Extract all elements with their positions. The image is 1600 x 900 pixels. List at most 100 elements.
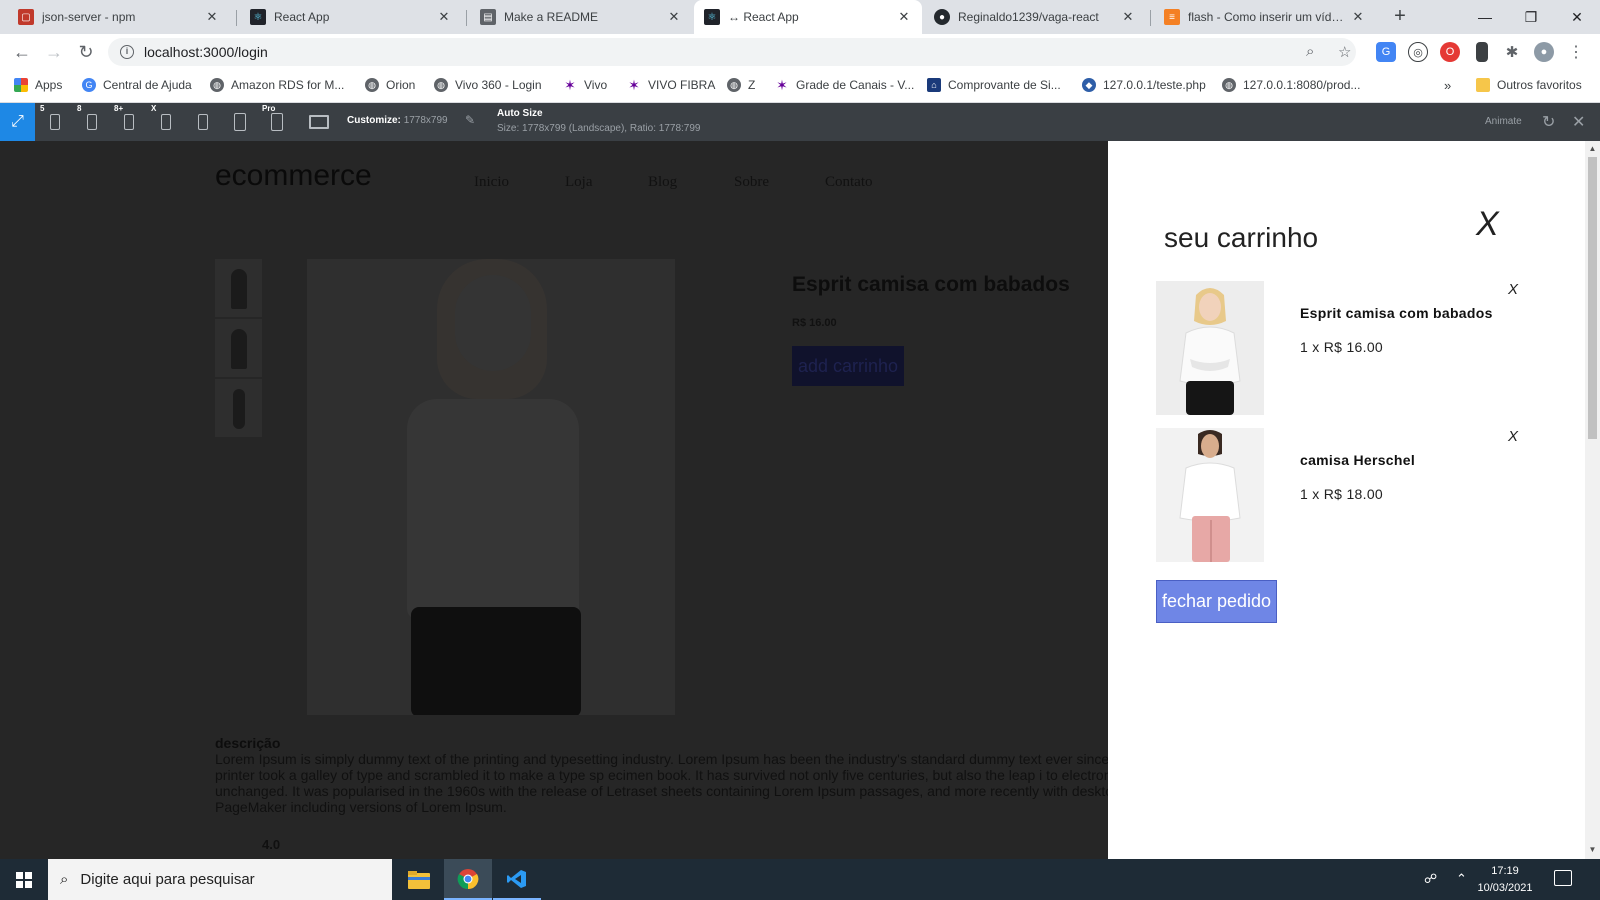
device-iphone-x-button[interactable]: X: [147, 103, 184, 141]
device-ipad-pro-button[interactable]: Pro: [258, 103, 295, 141]
nav-item-contato[interactable]: Contato: [825, 174, 873, 191]
more-bookmarks-chevron-icon[interactable]: »: [1444, 78, 1451, 93]
new-tab-plus-icon[interactable]: +: [1388, 5, 1412, 29]
bookmark-extension-icon[interactable]: [1476, 42, 1488, 62]
bookmark-item[interactable]: ◍ 127.0.0.1:8080/prod...: [1222, 78, 1360, 92]
bookmark-item[interactable]: ✶ Vivo: [563, 77, 607, 93]
folder-glyph: [408, 870, 430, 889]
bookmark-item[interactable]: ◆ 127.0.0.1/teste.php: [1082, 78, 1206, 92]
cart-item-name: Esprit camisa com babados: [1300, 305, 1493, 321]
model-pants: [411, 607, 581, 715]
react-favicon-icon: ⚛: [250, 9, 266, 25]
forward-arrow-icon[interactable]: →: [42, 40, 66, 64]
close-tab-icon[interactable]: ✕: [1350, 9, 1366, 25]
product-thumbnail[interactable]: [215, 379, 262, 437]
expand-arrows-icon[interactable]: ⤢: [0, 103, 35, 141]
edit-pencil-icon[interactable]: ✎: [465, 113, 475, 127]
scroll-down-arrow-icon[interactable]: ▼: [1585, 845, 1600, 854]
remove-item-button[interactable]: X: [1508, 428, 1518, 445]
extension-icon[interactable]: ◎: [1408, 42, 1428, 62]
phone-icon: [86, 114, 97, 130]
close-tab-icon[interactable]: ✕: [1120, 9, 1136, 25]
product-thumbnail[interactable]: [215, 259, 262, 317]
browser-tab[interactable]: ≡ flash - Como inserir um vídeo n ✕: [1154, 0, 1376, 34]
opera-icon[interactable]: O: [1440, 42, 1460, 62]
browser-tab[interactable]: ⚛ React App ✕: [240, 0, 462, 34]
tray-chevron-up-icon[interactable]: ⌃: [1456, 871, 1467, 887]
bookmark-label: 127.0.0.1:8080/prod...: [1243, 78, 1361, 92]
close-tab-icon[interactable]: ✕: [896, 9, 912, 25]
taskbar-search[interactable]: ⌕ Digite aqui para pesquisar: [48, 859, 392, 900]
add-to-cart-button[interactable]: add carrinho: [792, 346, 904, 386]
rotate-icon[interactable]: ↻: [1542, 112, 1555, 132]
browser-tab[interactable]: ● Reginaldo1239/vaga-react ✕: [924, 0, 1146, 34]
restore-window-icon[interactable]: ❐: [1508, 0, 1554, 34]
bookmark-item[interactable]: ◍ Orion: [365, 78, 415, 92]
notifications-icon[interactable]: [1554, 870, 1572, 886]
close-viewer-icon[interactable]: ✕: [1572, 112, 1585, 132]
profile-avatar[interactable]: ●: [1534, 42, 1554, 62]
windows-start-icon[interactable]: [0, 859, 48, 900]
back-arrow-icon[interactable]: ←: [10, 40, 34, 64]
puzzle-extensions-icon[interactable]: ✱: [1502, 42, 1522, 62]
browser-tab[interactable]: ▢ json-server - npm ✕: [8, 0, 230, 34]
bookmark-item[interactable]: ⌂ Comprovante de Si...: [927, 78, 1061, 92]
customize-size[interactable]: Customize: 1778x799: [347, 115, 448, 126]
bookmark-star-icon[interactable]: ☆: [1338, 43, 1351, 61]
minimize-icon[interactable]: —: [1462, 0, 1508, 34]
close-tab-icon[interactable]: ✕: [204, 9, 220, 25]
tab-title: ↔ React App: [728, 10, 799, 24]
product-thumbnail[interactable]: [215, 319, 262, 377]
device-iphone-8-button[interactable]: 8: [73, 103, 110, 141]
browser-toolbar: ← → ↻ i localhost:3000/login ⌕ ☆ G ◎ O ✱…: [0, 34, 1600, 70]
bookmark-item[interactable]: ◍ Amazon RDS for M...: [210, 78, 344, 92]
close-window-icon[interactable]: ✕: [1554, 0, 1600, 34]
globe-icon: ◍: [727, 78, 741, 92]
vscode-icon[interactable]: [493, 859, 541, 900]
bookmark-item[interactable]: ✶ VIVO FIBRA: [627, 77, 715, 93]
bookmark-item[interactable]: Apps: [14, 78, 62, 92]
device-tablet-button[interactable]: [184, 103, 221, 141]
menu-kebab-icon[interactable]: ⋮: [1566, 42, 1586, 62]
browser-tab-strip: ▢ json-server - npm ✕ ⚛ React App ✕ ▤ Ma…: [0, 0, 1600, 34]
bookmark-item[interactable]: ◍ Z: [727, 78, 755, 92]
animate-toggle[interactable]: Animate: [1485, 116, 1522, 127]
nav-item-inicio[interactable]: Inicio: [474, 174, 509, 191]
site-info-icon[interactable]: i: [120, 45, 134, 59]
clock-date: 10/03/2021: [1477, 882, 1533, 894]
address-bar[interactable]: i localhost:3000/login: [108, 38, 1356, 66]
cart-item: Esprit camisa com babados 1 x R$ 16.00 X: [1156, 281, 1536, 415]
close-cart-button[interactable]: X: [1476, 205, 1499, 244]
close-tab-icon[interactable]: ✕: [666, 9, 682, 25]
file-explorer-icon[interactable]: [395, 859, 443, 900]
chrome-icon[interactable]: [444, 859, 492, 900]
system-clock[interactable]: 17:19 10/03/2021: [1472, 863, 1538, 897]
bookmark-folder[interactable]: Outros favoritos: [1476, 78, 1582, 92]
vertical-scrollbar[interactable]: ▲ ▼: [1585, 141, 1600, 859]
bookmark-item[interactable]: ◍ Vivo 360 - Login: [434, 78, 542, 92]
model-head: [455, 275, 531, 371]
zoom-search-icon[interactable]: ⌕: [1306, 43, 1314, 60]
scroll-up-arrow-icon[interactable]: ▲: [1585, 144, 1600, 153]
browser-tab-active[interactable]: ⚛ ↔ React App ✕: [694, 0, 922, 34]
nav-item-sobre[interactable]: Sobre: [734, 174, 769, 191]
close-tab-icon[interactable]: ✕: [436, 9, 452, 25]
google-translate-icon[interactable]: G: [1376, 42, 1396, 62]
reload-icon[interactable]: ↻: [74, 40, 98, 64]
device-iphone-5-button[interactable]: 5: [36, 103, 73, 141]
nav-item-loja[interactable]: Loja: [565, 174, 593, 191]
bookmark-label: 127.0.0.1/teste.php: [1103, 78, 1206, 92]
people-icon[interactable]: ☍: [1424, 871, 1437, 887]
bookmark-item[interactable]: G Central de Ajuda: [82, 78, 192, 92]
bookmark-item[interactable]: ✶ Grade de Canais - V...: [775, 77, 914, 93]
nav-item-blog[interactable]: Blog: [648, 174, 677, 191]
device-desktop-button[interactable]: [300, 103, 337, 141]
device-ipad-button[interactable]: [221, 103, 258, 141]
url-text[interactable]: localhost:3000/login: [144, 44, 268, 60]
device-iphone-8plus-button[interactable]: 8+: [110, 103, 147, 141]
site-logo[interactable]: ecommerce: [215, 159, 372, 193]
remove-item-button[interactable]: X: [1508, 281, 1518, 298]
browser-tab[interactable]: ▤ Make a README ✕: [470, 0, 692, 34]
scrollbar-thumb[interactable]: [1588, 157, 1597, 439]
checkout-button[interactable]: fechar pedido: [1156, 580, 1277, 623]
